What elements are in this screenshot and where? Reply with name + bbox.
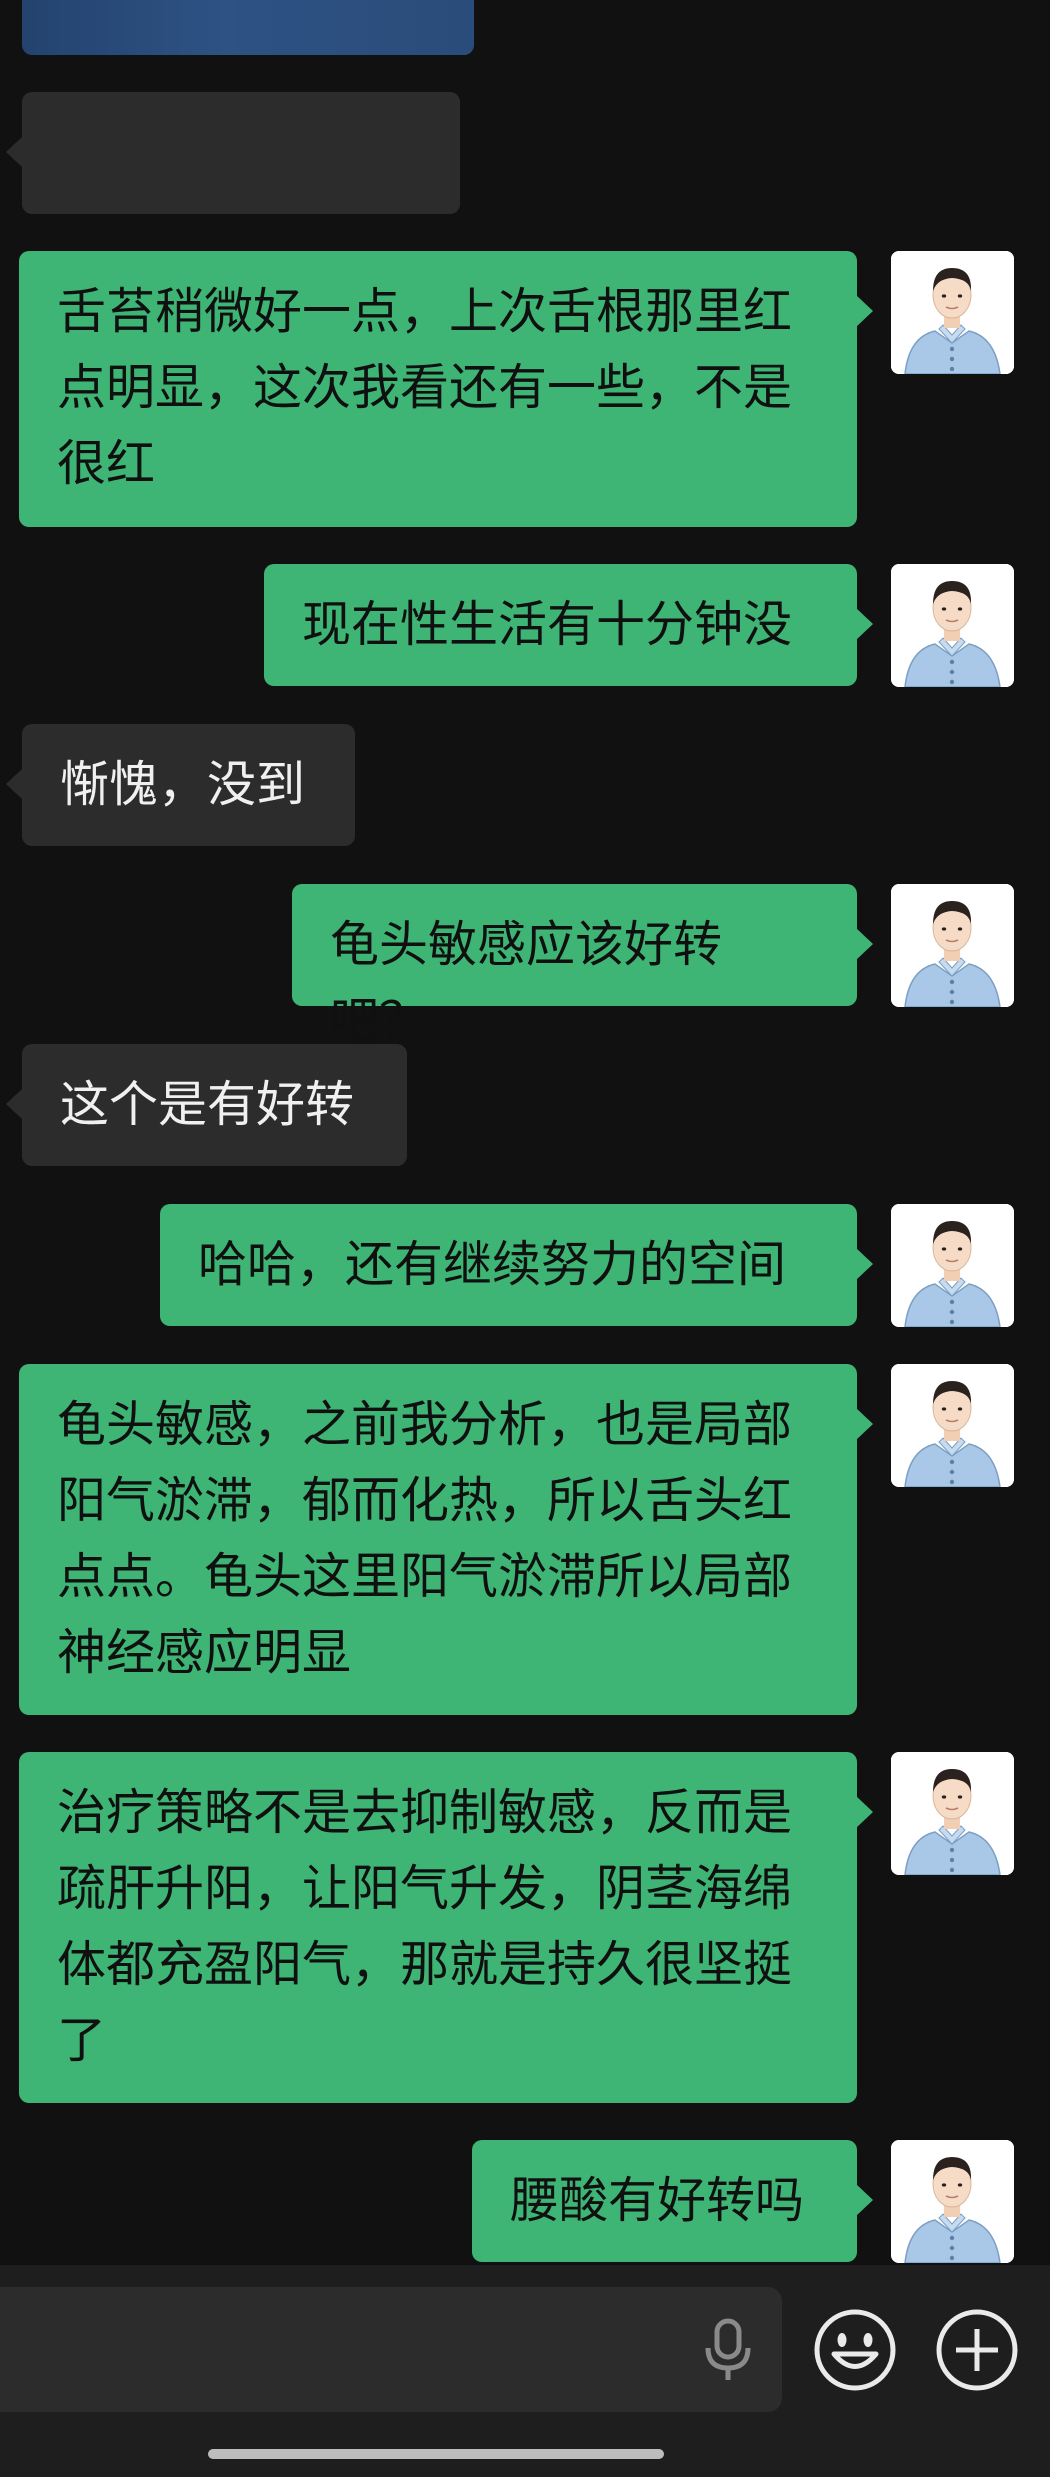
message-text: 舌苔稍微好一点，上次舌根那里红点明显，这次我看还有一些，不是很红 (57, 283, 793, 492)
message-input-field[interactable] (0, 2287, 782, 2412)
outgoing-message-bubble[interactable]: 龟头敏感应该好转吧？ (292, 884, 873, 1049)
home-indicator (208, 2449, 664, 2459)
message-text: 这个是有好转 (60, 1076, 355, 1133)
outgoing-message-bubble[interactable]: 哈哈，还有继续努力的空间 (160, 1204, 873, 1326)
outgoing-message-bubble[interactable]: 治疗策略不是去抑制敏感，反而是疏肝升阳，让阳气升发，阴茎海绵体都充盈阳气，那就是… (19, 1752, 873, 2103)
message-text: 治疗策略不是去抑制敏感，反而是疏肝升阳，让阳气升发，阴茎海绵体都充盈阳气，那就是… (57, 1784, 793, 2069)
avatar[interactable] (891, 251, 1014, 374)
outgoing-message-bubble[interactable]: 腰酸有好转吗 (472, 2140, 873, 2262)
message-text: 龟头敏感，之前我分析，也是局部阳气淤滞，郁而化热，所以舌头红点点。龟头这里阳气淤… (57, 1396, 793, 1681)
plus-circle-icon[interactable] (934, 2307, 1020, 2393)
incoming-message-bubble[interactable] (6, 92, 460, 214)
avatar[interactable] (891, 884, 1014, 1007)
avatar[interactable] (891, 1204, 1014, 1327)
incoming-message-bubble[interactable]: 惭愧，没到 (6, 724, 355, 846)
avatar[interactable] (891, 2140, 1014, 2263)
outgoing-message-bubble[interactable]: 现在性生活有十分钟没 (264, 564, 873, 686)
microphone-icon[interactable] (700, 2318, 756, 2382)
outgoing-message-bubble[interactable]: 舌苔稍微好一点，上次舌根那里红点明显，这次我看还有一些，不是很红 (19, 251, 873, 527)
message-text: 腰酸有好转吗 (510, 2172, 805, 2229)
image-message-thumbnail[interactable] (22, 0, 474, 55)
incoming-message-bubble[interactable]: 这个是有好转 (6, 1044, 407, 1166)
avatar[interactable] (891, 564, 1014, 687)
message-text: 龟头敏感应该好转吧？ (330, 916, 723, 1049)
smiley-face-icon[interactable] (812, 2307, 898, 2393)
message-text: 现在性生活有十分钟没 (302, 596, 793, 653)
avatar[interactable] (891, 1752, 1014, 1875)
message-text: 哈哈，还有继续努力的空间 (198, 1236, 787, 1293)
avatar[interactable] (891, 1364, 1014, 1487)
message-text: 惭愧，没到 (60, 756, 306, 813)
outgoing-message-bubble[interactable]: 龟头敏感，之前我分析，也是局部阳气淤滞，郁而化热，所以舌头红点点。龟头这里阳气淤… (19, 1364, 873, 1715)
